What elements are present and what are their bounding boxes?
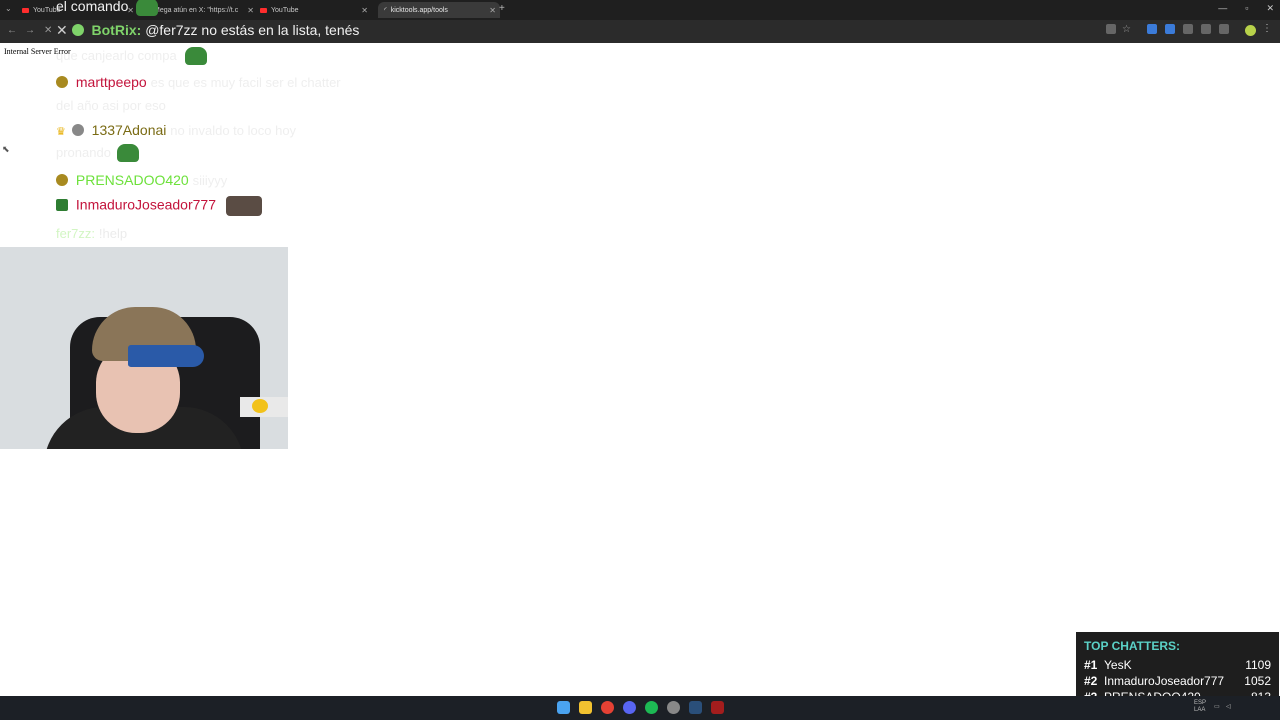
back-icon[interactable]: ← [7,25,17,36]
obs-icon[interactable] [711,701,724,714]
tab-search-chevron-icon[interactable]: ⌄ [5,4,12,13]
badge-icon [56,198,68,211]
profile-avatar[interactable] [1245,25,1256,36]
maximize-icon[interactable]: ▫ [1245,3,1248,14]
chat-username: InmaduroJoseador777 [75,196,216,213]
close-window-icon[interactable]: ✕ [1266,3,1274,14]
media-icon[interactable] [1183,24,1193,34]
new-tab-button[interactable]: + [499,3,505,14]
chat-line: marttpeepo es que es muy facil ser el ch… [56,74,341,90]
windows-start-icon[interactable] [557,701,570,714]
pepe-emote-icon [136,0,159,17]
pepe-emote-icon [184,47,207,66]
chat-line: que canjearlo compa [56,47,207,66]
puzzle-icon[interactable] [1201,24,1211,34]
rubber-duck [252,399,268,413]
minimize-icon[interactable]: — [1218,3,1227,14]
close-icon[interactable]: ✕ [247,6,254,15]
spotify-icon[interactable] [645,701,658,714]
bot-badge-icon [71,24,84,36]
tab-mega-atun[interactable]: Mega atún en X: "https://t.c ✕ [150,2,258,18]
chat-line: InmaduroJoseador777 [56,196,262,216]
volume-icon[interactable]: ◁ [1226,703,1231,710]
taskbar: ESP LAA ▭ ◁ [0,696,1280,720]
mouse-cursor-icon: ⬉ [2,144,10,154]
extension-icon[interactable] [1165,24,1175,34]
chat-username: PRENSADOO420 [75,172,189,188]
youtube-icon [260,7,267,13]
close-icon[interactable]: ✕ [489,6,496,15]
steam-icon[interactable] [689,701,702,714]
close-icon[interactable]: ✕ [361,6,368,15]
top-chatter-row: #1 YesK 1109 [1084,658,1271,672]
crown-badge-icon: ♛ [56,126,66,138]
badge-icon [71,124,84,136]
botrix-close-icon: ✕ [56,22,68,38]
badge-icon [56,174,68,186]
youtube-icon [22,7,29,13]
chat-username: fer7zz: [56,226,96,241]
sidebar-icon[interactable] [1219,24,1229,34]
cat-emote-icon [225,196,262,216]
top-chatter-row: #2 InmaduroJoseador777 1052 [1084,674,1271,688]
tab-youtube-2[interactable]: YouTube ✕ [260,2,372,18]
tab-label: Mega atún en X: "https://t.c [154,6,239,14]
chat-partial-line: el comando [56,0,159,17]
botrix-message: ✕ BotRix: @fer7zz no estás en la lista, … [56,22,359,42]
forward-icon[interactable]: → [25,25,35,36]
pepe-emote-icon [116,144,139,163]
translate-icon[interactable] [1106,24,1116,34]
chrome-icon[interactable] [601,701,614,714]
tab-label: kicktools.app/tools [390,6,448,14]
stop-loading-icon[interactable]: ✕ [44,25,52,36]
chat-line: fer7zz: !help [56,226,128,241]
chat-username: 1337Adonai [91,122,167,138]
chat-line: PRENSADOO420 siiiyyy [56,172,227,188]
tab-kicktools[interactable]: ◜ kicktools.app/tools ✕ [378,2,500,18]
bookmark-star-icon[interactable]: ☆ [1122,24,1131,35]
chat-line: pronando [56,144,139,163]
tray-language[interactable]: ESP LAA [1194,700,1206,714]
badge-icon [56,76,68,88]
webcam-feed [0,247,288,449]
extension-icon[interactable] [1147,24,1157,34]
discord-icon[interactable] [623,701,636,714]
top-chatters-title: TOP CHATTERS: [1084,639,1181,653]
botrix-message-text: @fer7zz no estás en la lista, tenés [145,22,360,38]
chat-line: del año asi por eso [56,98,166,113]
chat-username: marttpeepo [75,74,147,90]
loading-icon: ◜ [384,7,387,14]
cap-brim [128,345,204,367]
browser-tabbar: ⌄ YouTube ✕ Mega atún en X: "https://t.c… [0,0,1280,20]
botrix-username: BotRix: [91,22,142,38]
wifi-icon[interactable]: ▭ [1214,703,1220,710]
file-explorer-icon[interactable] [579,701,592,714]
tab-label: YouTube [271,6,299,14]
app-icon[interactable] [667,701,680,714]
menu-icon[interactable]: ⋮ [1262,23,1272,34]
chat-line: ♛ 1337Adonai no invaldo to loco hoy [56,122,297,138]
